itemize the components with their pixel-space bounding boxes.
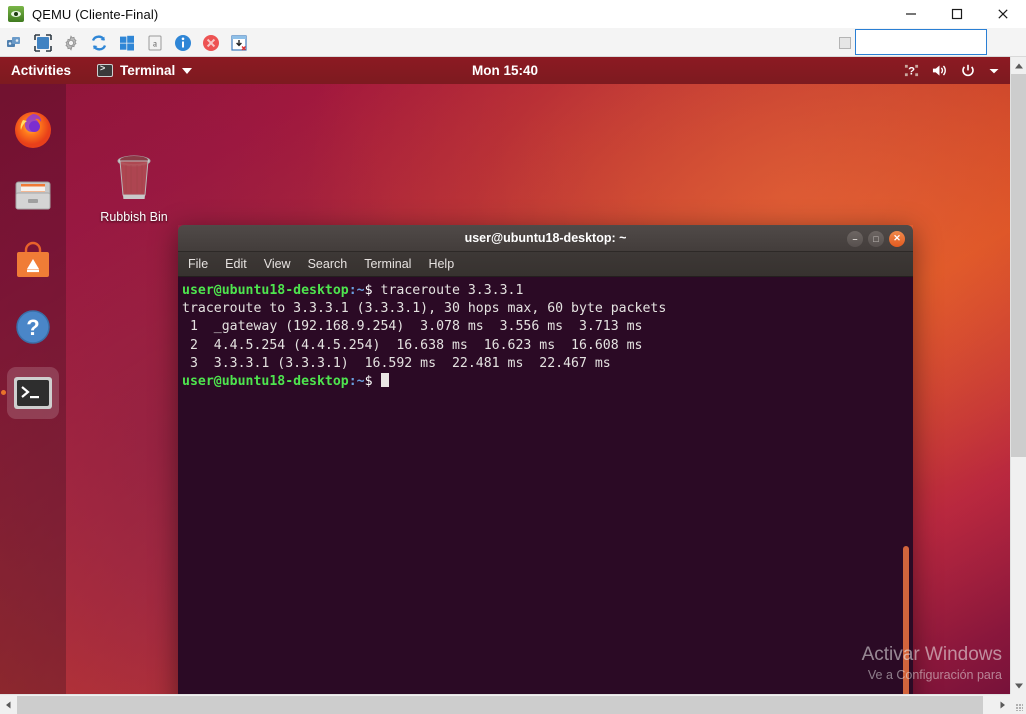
terminal-close-button[interactable]: ✕ [889, 231, 905, 247]
host-close-button[interactable] [980, 0, 1026, 28]
dock-item-ubuntu-software[interactable] [7, 235, 59, 287]
terminal-window-controls: – □ ✕ [847, 225, 905, 252]
terminal-minimize-button[interactable]: – [847, 231, 863, 247]
horizontal-scrollbar-thumb[interactable] [17, 696, 983, 714]
terminal-menubar: File Edit View Search Terminal Help [178, 252, 913, 277]
power-icon[interactable] [960, 63, 976, 79]
terminal-line: 1 _gateway (192.168.9.254) 3.078 ms 3.55… [180, 318, 913, 336]
scroll-left-arrow-icon[interactable] [0, 695, 17, 714]
terminal-titlebar[interactable]: user@ubuntu18-desktop: ~ – □ ✕ [178, 225, 913, 252]
gear-icon[interactable] [60, 32, 82, 54]
desktop-icon-label: Rubbish Bin [100, 210, 167, 224]
prompt-path: :~ [349, 374, 365, 389]
prompt-dollar: $ [365, 374, 373, 389]
host-titlebar: QEMU (Cliente-Final) [0, 0, 1026, 28]
toolbar-small-box [839, 37, 851, 49]
windows-icon[interactable] [116, 32, 138, 54]
desktop-icon-rubbish-bin[interactable]: Rubbish Bin [90, 152, 178, 224]
host-window-title: QEMU (Cliente-Final) [32, 7, 158, 22]
terminal-maximize-button[interactable]: □ [868, 231, 884, 247]
terminal-command [373, 374, 381, 389]
fullscreen-icon[interactable] [32, 32, 54, 54]
terminal-title: user@ubuntu18-desktop: ~ [465, 231, 627, 245]
svg-text:?: ? [908, 66, 915, 78]
cancel-icon[interactable] [200, 32, 222, 54]
menu-file[interactable]: File [188, 257, 208, 271]
terminal-cursor [381, 373, 389, 387]
svg-text:?: ? [26, 315, 39, 340]
host-vertical-scrollbar[interactable] [1010, 57, 1026, 694]
terminal-body[interactable]: user@ubuntu18-desktop:~$ traceroute 3.3.… [178, 277, 913, 694]
machine-icon[interactable] [4, 32, 26, 54]
menu-edit[interactable]: Edit [225, 257, 247, 271]
terminal-line: 2 4.4.5.254 (4.4.5.254) 16.638 ms 16.623… [180, 337, 913, 355]
prompt-user-host: user@ubuntu18-desktop [182, 283, 349, 298]
dock: ? [0, 84, 66, 694]
clock[interactable]: Mon 15:40 [0, 63, 1010, 78]
terminal-line: user@ubuntu18-desktop:~$ [180, 373, 913, 391]
svg-text:a: a [153, 38, 157, 48]
qemu-icon [8, 6, 24, 22]
host-horizontal-scrollbar[interactable] [0, 694, 1010, 714]
terminal-line: 3 3.3.3.1 (3.3.3.1) 16.592 ms 22.481 ms … [180, 355, 913, 373]
system-tray[interactable]: ? [904, 57, 1000, 84]
rubbish-bin-icon [109, 152, 159, 206]
dock-item-terminal[interactable] [7, 367, 59, 419]
guest-screen: Activities Terminal Mon 15:40 ? [0, 57, 1010, 694]
menu-help[interactable]: Help [428, 257, 454, 271]
scroll-right-arrow-icon[interactable] [993, 695, 1010, 714]
document-icon[interactable]: a [144, 32, 166, 54]
terminal-line: traceroute to 3.3.3.1 (3.3.3.1), 30 hops… [180, 300, 913, 318]
terminal-line: user@ubuntu18-desktop:~$ traceroute 3.3.… [180, 282, 913, 300]
terminal-command: traceroute 3.3.3.1 [373, 283, 524, 298]
prompt-dollar: $ [365, 283, 373, 298]
keyboard-input-icon[interactable]: ? [904, 63, 919, 78]
scrollbar-corner-grip [1010, 694, 1026, 714]
vertical-scrollbar-thumb[interactable] [1011, 74, 1026, 457]
host-window-controls [888, 0, 1026, 28]
toolbar-text-input[interactable] [855, 29, 987, 55]
prompt-path: :~ [349, 283, 365, 298]
menu-view[interactable]: View [264, 257, 291, 271]
prompt-user-host: user@ubuntu18-desktop [182, 374, 349, 389]
screenshot-icon[interactable] [228, 32, 250, 54]
menu-terminal[interactable]: Terminal [364, 257, 411, 271]
screen-root: QEMU (Cliente-Final) [0, 0, 1026, 714]
dock-item-help[interactable]: ? [7, 301, 59, 353]
scroll-up-arrow-icon[interactable] [1011, 57, 1026, 74]
gnome-top-bar: Activities Terminal Mon 15:40 ? [0, 57, 1010, 84]
info-icon[interactable] [172, 32, 194, 54]
terminal-scrollbar[interactable] [903, 546, 909, 694]
dock-item-firefox[interactable] [7, 103, 59, 155]
chevron-down-icon[interactable] [988, 65, 1000, 77]
terminal-window: user@ubuntu18-desktop: ~ – □ ✕ File Edit… [178, 225, 913, 694]
dock-item-files[interactable] [7, 169, 59, 221]
volume-icon[interactable] [931, 63, 948, 78]
scroll-down-arrow-icon[interactable] [1011, 677, 1026, 694]
host-minimize-button[interactable] [888, 0, 934, 28]
host-maximize-button[interactable] [934, 0, 980, 28]
menu-search[interactable]: Search [308, 257, 348, 271]
refresh-icon[interactable] [88, 32, 110, 54]
